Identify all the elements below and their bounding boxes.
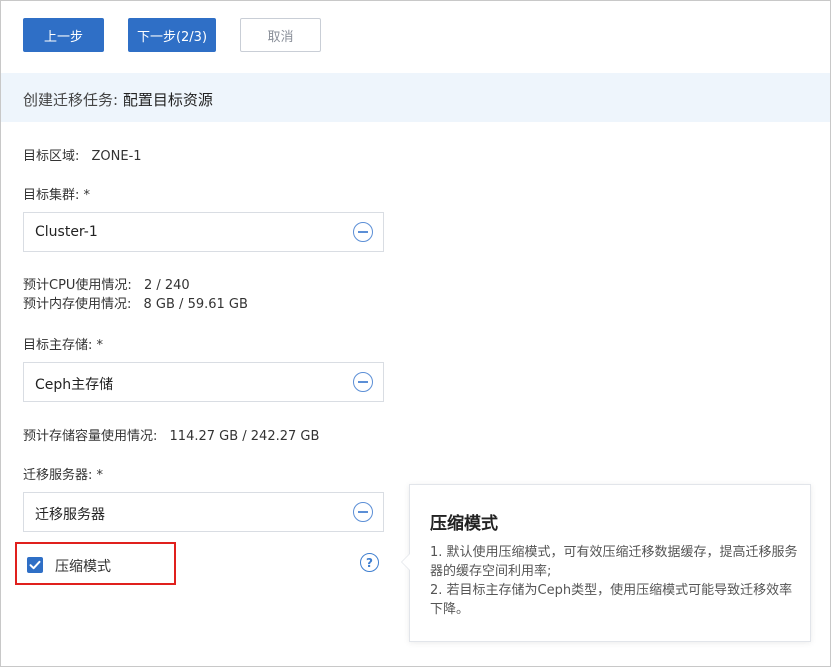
compression-mode-label: 压缩模式 [55,559,111,575]
primary-storage-label: 目标主存储: * [23,338,104,353]
page-header: 创建迁移任务: 配置目标资源 [1,73,830,122]
migration-server-select-value: 迁移服务器 [35,507,105,523]
migration-server-label: 迁移服务器: * [23,468,104,483]
cluster-select-value: Cluster-1 [35,224,98,240]
cluster-label: 目标集群: * [23,188,91,203]
question-circle-icon[interactable]: ? [360,553,379,572]
check-icon [29,560,41,570]
next-step-button[interactable]: 下一步(2/3) [128,18,216,52]
storage-usage-label: 预计存储容量使用情况: [23,429,158,444]
cancel-button[interactable]: 取消 [240,18,321,52]
cpu-usage-row: 预计CPU使用情况: 2 / 240 [23,274,190,293]
page-title-prefix: 创建迁移任务: [23,91,123,109]
cpu-usage-value: 2 / 240 [143,278,190,293]
compression-mode-tooltip: 压缩模式 1. 默认使用压缩模式，可有效压缩迁移数据缓存，提高迁移服务器的缓存空… [401,484,811,642]
tooltip-title: 压缩模式 [430,514,498,534]
tooltip-line-1: 1. 默认使用压缩模式，可有效压缩迁移数据缓存，提高迁移服务器的缓存空间利用率; [430,545,798,579]
minus-circle-icon[interactable] [353,222,373,242]
mem-usage-row: 预计内存使用情况: 8 GB / 59.61 GB [23,293,248,312]
minus-circle-icon[interactable] [353,502,373,522]
cpu-usage-label: 预计CPU使用情况: [23,278,132,293]
primary-storage-select[interactable]: Ceph主存储 [23,362,384,402]
compression-mode-checkbox[interactable] [27,557,43,573]
tooltip-body: 1. 默认使用压缩模式，可有效压缩迁移数据缓存，提高迁移服务器的缓存空间利用率;… [430,543,798,619]
page-title: 创建迁移任务: 配置目标资源 [23,89,213,110]
storage-usage-value: 114.27 GB / 242.27 GB [169,429,320,444]
minus-circle-icon[interactable] [353,372,373,392]
tooltip-line-2: 2. 若目标主存储为Ceph类型，使用压缩模式可能导致迁移效率下降。 [430,583,793,617]
compression-mode-highlight: 压缩模式 [15,542,176,585]
zone-row: 目标区域: ZONE-1 [23,145,142,164]
primary-storage-select-value: Ceph主存储 [35,377,114,393]
dialog-frame: 上一步 下一步(2/3) 取消 创建迁移任务: 配置目标资源 目标区域: ZON… [0,0,831,667]
prev-step-button[interactable]: 上一步 [23,18,104,52]
zone-label: 目标区域: [23,149,80,164]
mem-usage-value: 8 GB / 59.61 GB [143,297,248,312]
migration-server-select[interactable]: 迁移服务器 [23,492,384,532]
storage-usage-row: 预计存储容量使用情况: 114.27 GB / 242.27 GB [23,425,319,444]
page-title-main: 配置目标资源 [122,91,213,109]
mem-usage-label: 预计内存使用情况: [23,297,132,312]
zone-value: ZONE-1 [91,149,142,164]
cluster-select[interactable]: Cluster-1 [23,212,384,252]
